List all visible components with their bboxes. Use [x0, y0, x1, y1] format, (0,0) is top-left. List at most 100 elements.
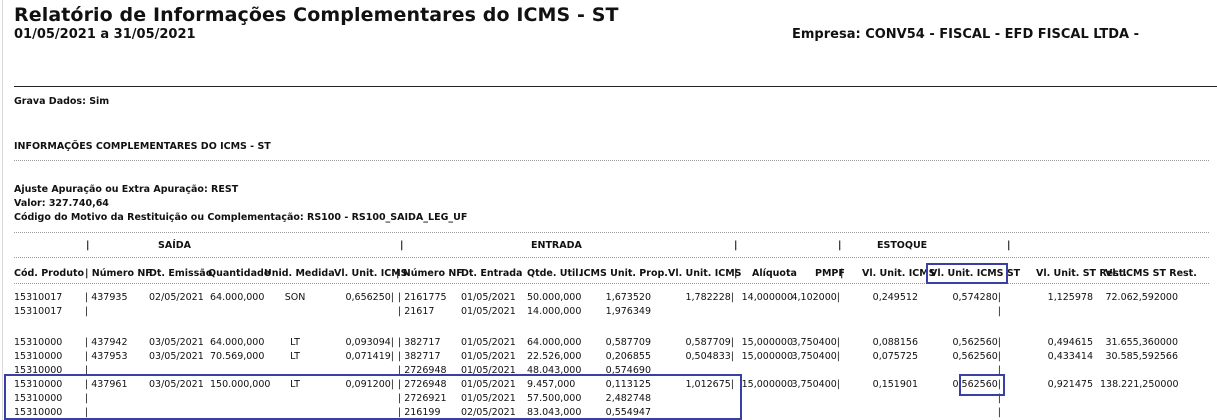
cell-vl-unit-icms-st: 0,574280|	[952, 292, 1001, 303]
cell-vl-unit-icms-st: 0,562560|	[952, 337, 1001, 348]
cell-vl-unit-st-rest: 0,494615	[1047, 337, 1093, 348]
cell-aliquota: 15,000000	[741, 337, 793, 348]
table-row: 15310017 | | 21617 01/05/2021 14.000,000 1,9…	[0, 306, 1217, 319]
cell-vl-unit-icms-entrada: 1,782228|	[685, 292, 734, 303]
cell-aliquota: 14,000000	[741, 292, 793, 303]
cell-unid-medida: SON	[284, 292, 306, 303]
cell-numero-nf: | 437953	[85, 351, 128, 362]
cell-pmpf: 3,750400|	[791, 379, 840, 390]
cell-numero-nf-entrada: | 382717	[398, 337, 441, 348]
col-vl-unit-icms-entrada: Vl. Unit. ICMS	[668, 268, 742, 279]
dotted-separator	[14, 232, 1209, 233]
column-separator: |	[838, 240, 842, 251]
cell-pmpf: 3,750400|	[791, 351, 840, 362]
cell-dt-emissao: 02/05/2021	[149, 292, 204, 303]
column-separator: |	[400, 240, 404, 251]
column-separator: |	[86, 240, 90, 251]
cell-vl-unit-icms-entrada: 0,504833|	[685, 351, 734, 362]
cell-vl-unit-icms-st: |	[997, 407, 1001, 418]
cell-numero-nf-entrada: | 382717	[398, 351, 441, 362]
cell-icms-unit-prop: 1,976349	[605, 306, 651, 317]
cell-cod-produto: 15310017	[14, 292, 63, 303]
cell-qtde-util: 22.526,000	[527, 351, 582, 362]
cell-icms-unit-prop: 0,206855	[605, 351, 651, 362]
cell-dt-entrada: 01/05/2021	[461, 292, 516, 303]
column-separator: |	[734, 268, 738, 279]
cell-vl-unit-st-rest: 0,433414	[1047, 351, 1093, 362]
cell-aliquota: 15,000000	[741, 379, 793, 390]
cell-dt-emissao: 03/05/2021	[149, 337, 204, 348]
cell-vl-unit-icms-estoque: 0,088156	[872, 337, 918, 348]
group-header-row: | SAÍDA | ENTRADA | | ESTOQUE |	[0, 240, 1217, 253]
cell-qtde-util: 14.000,000	[527, 306, 582, 317]
col-icms-unit-prop: ICMS Unit. Prop.	[580, 268, 668, 279]
table-row: 15310017 | 437935 02/05/2021 64.000,000 SON 0…	[0, 292, 1217, 305]
cell-vl-unit-icms: 0,071419|	[345, 351, 394, 362]
cell-qtde-util: 64.000,000	[527, 337, 582, 348]
header-divider	[14, 86, 1217, 87]
col-quantidade: Quantidade	[208, 268, 271, 279]
cell-aliquota: 15,000000	[741, 351, 793, 362]
cell-unid-medida: LT	[290, 351, 300, 362]
col-dt-entrada: Dt. Entrada	[461, 268, 523, 279]
column-separator: |	[1007, 240, 1011, 251]
cell-dt-entrada: 01/05/2021	[461, 337, 516, 348]
cell-vl-unit-st-rest: 1,125978	[1047, 292, 1093, 303]
cell-vl-icms-st-rest: 31.655,360000	[1105, 337, 1178, 348]
cell-dt-entrada: 01/05/2021	[461, 351, 516, 362]
group-entrada: ENTRADA	[531, 240, 582, 251]
dotted-separator	[14, 257, 1209, 258]
highlight-box-rows	[4, 374, 742, 420]
column-header-row: Cód. Produto | Número NF Dt. Emissão Qua…	[0, 268, 1217, 281]
column-separator: |	[734, 240, 738, 251]
cell-pmpf: 4,102000|	[791, 292, 840, 303]
cell-cod-produto: 15310000	[14, 337, 63, 348]
cell-numero-nf-entrada: | 2161775	[398, 292, 447, 303]
cell-vl-unit-icms-estoque: 0,151901	[872, 379, 918, 390]
table-row: 15310000 | 437942 03/05/2021 64.000,000 LT 0,…	[0, 337, 1217, 350]
col-qtde-util: Qtde. Util.	[527, 268, 583, 279]
codigo-motivo: Código do Motivo da Restituição ou Compl…	[14, 212, 468, 223]
table-row: 15310000 | 437953 03/05/2021 70.569,000 LT 0,…	[0, 351, 1217, 364]
cell-dt-entrada: 01/05/2021	[461, 306, 516, 317]
highlight-box-icms-st-header	[926, 263, 1008, 284]
highlight-box-icms-st-value	[959, 374, 1005, 396]
cell-numero-nf: |	[85, 306, 89, 317]
cell-dt-emissao: 03/05/2021	[149, 351, 204, 362]
col-cod-produto: Cód. Produto	[14, 268, 85, 279]
dotted-separator	[14, 283, 1209, 284]
grava-dados: Grava Dados: Sim	[14, 96, 110, 107]
cell-pmpf: 3,750400|	[791, 337, 840, 348]
column-separator: |	[840, 268, 844, 279]
col-aliquota: Alíquota	[752, 268, 797, 279]
cell-quantidade: 70.569,000	[210, 351, 265, 362]
report-period: 01/05/2021 a 31/05/2021	[14, 27, 196, 42]
cell-vl-unit-icms-entrada: 0,587709|	[685, 337, 734, 348]
cell-icms-unit-prop: 1,673520	[605, 292, 651, 303]
col-unid-medida: Unid. Medida	[264, 268, 335, 279]
cell-icms-unit-prop: 0,587709	[605, 337, 651, 348]
valor: Valor: 327.740,64	[14, 198, 109, 209]
col-dt-emissao: Dt. Emissão	[149, 268, 213, 279]
col-vl-icms-st-rest: Vl. ICMS ST Rest.	[1105, 268, 1197, 279]
cell-vl-icms-st-rest: 30.585,592566	[1105, 351, 1178, 362]
ajuste-apuracao: Ajuste Apuração ou Extra Apuração: REST	[14, 184, 239, 195]
cell-numero-nf-entrada: | 21617	[398, 306, 435, 317]
cell-numero-nf: | 437935	[85, 292, 128, 303]
cell-vl-unit-st-rest: 0,921475	[1047, 379, 1093, 390]
col-numero-nf: | Número NF	[85, 268, 152, 279]
section-title: INFORMAÇÕES COMPLEMENTARES DO ICMS - ST	[14, 141, 271, 152]
cell-quantidade: 64.000,000	[210, 292, 265, 303]
group-estoque: ESTOQUE	[877, 240, 928, 251]
cell-vl-icms-st-rest: 138.221,250000	[1100, 379, 1179, 390]
cell-vl-unit-icms-st: 0,562560|	[952, 351, 1001, 362]
cell-cod-produto: 15310017	[14, 306, 63, 317]
cell-qtde-util: 50.000,000	[527, 292, 582, 303]
report-title: Relatório de Informações Complementares …	[14, 4, 619, 26]
cell-vl-unit-icms: 0,656250|	[345, 292, 394, 303]
dotted-separator	[14, 160, 1209, 161]
cell-vl-unit-icms-st: |	[997, 306, 1001, 317]
cell-vl-icms-st-rest: 72.062,592000	[1105, 292, 1178, 303]
cell-cod-produto: 15310000	[14, 351, 63, 362]
group-saida: SAÍDA	[158, 240, 191, 251]
